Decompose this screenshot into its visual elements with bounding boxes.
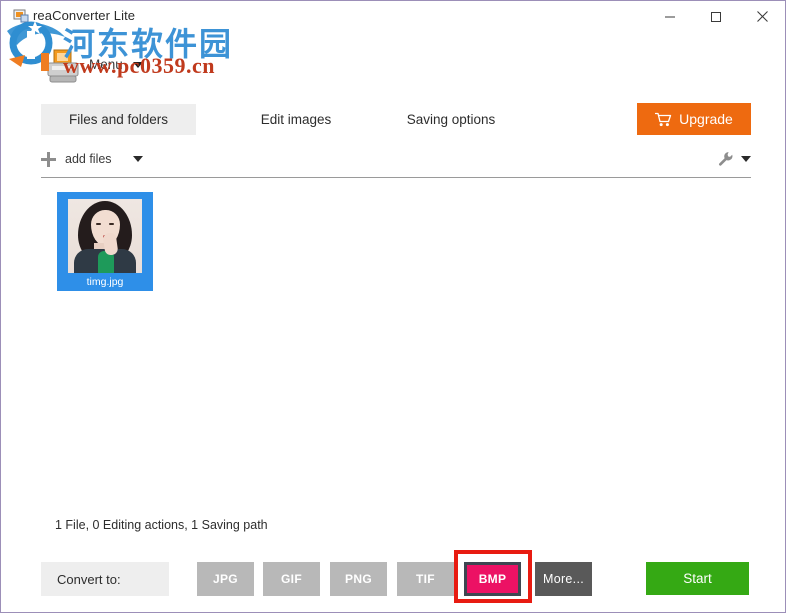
format-button-more[interactable]: More...	[535, 562, 592, 596]
window-controls	[647, 1, 785, 32]
add-files-label: add files	[65, 152, 112, 166]
tab-files-and-folders[interactable]: Files and folders	[41, 104, 196, 135]
close-button[interactable]	[739, 1, 785, 32]
format-label: BMP	[478, 572, 507, 586]
app-window: reaConverter Lite Menu 河东软件园 www.pc0359.…	[0, 0, 786, 613]
format-label: JPG	[213, 572, 238, 586]
file-name-label: timg.jpg	[86, 276, 124, 288]
format-label: More...	[543, 572, 584, 586]
file-thumbnail	[68, 199, 142, 273]
format-label: GIF	[281, 572, 302, 586]
shopping-cart-icon	[654, 112, 672, 127]
file-toolbar: add files	[41, 144, 751, 174]
window-title: reaConverter Lite	[33, 8, 136, 23]
scanner-icon	[44, 49, 82, 85]
tab-edit-images[interactable]: Edit images	[221, 104, 371, 135]
wrench-icon	[718, 151, 734, 167]
title-bar: reaConverter Lite	[1, 1, 785, 33]
toolbar-divider	[41, 177, 751, 178]
add-files-button[interactable]: add files	[41, 144, 143, 174]
tab-label: Files and folders	[68, 112, 169, 127]
chevron-down-icon	[741, 156, 751, 162]
maximize-button[interactable]	[693, 1, 739, 32]
minimize-button[interactable]	[647, 1, 693, 32]
start-button[interactable]: Start	[646, 562, 749, 595]
format-label: PNG	[345, 572, 372, 586]
tab-label: Edit images	[260, 112, 332, 127]
format-button-png[interactable]: PNG	[330, 562, 387, 596]
chevron-down-icon	[132, 61, 143, 68]
chevron-down-icon[interactable]	[132, 156, 143, 162]
tab-bar: Files and folders Edit images Saving opt…	[41, 104, 601, 135]
format-button-gif[interactable]: GIF	[263, 562, 320, 596]
tab-saving-options[interactable]: Saving options	[371, 104, 531, 135]
file-list-panel[interactable]: timg.jpg	[41, 183, 751, 513]
app-icon	[13, 8, 29, 24]
format-button-jpg[interactable]: JPG	[197, 562, 254, 596]
menu-label: Menu	[89, 57, 123, 72]
file-tile[interactable]: timg.jpg	[57, 192, 153, 291]
upgrade-label: Upgrade	[679, 111, 733, 127]
plus-icon	[41, 151, 56, 167]
format-label: TIF	[416, 572, 435, 586]
status-summary: 1 File, 0 Editing actions, 1 Saving path	[55, 518, 268, 532]
upgrade-button[interactable]: Upgrade	[637, 103, 751, 135]
start-label: Start	[683, 571, 712, 586]
convert-to-label: Convert to:	[41, 562, 169, 596]
tab-label: Saving options	[406, 112, 496, 127]
menu-button[interactable]: Menu	[89, 57, 143, 72]
settings-menu[interactable]	[718, 144, 751, 174]
format-button-tif[interactable]: TIF	[397, 562, 454, 596]
format-button-bmp[interactable]: BMP	[464, 562, 521, 596]
